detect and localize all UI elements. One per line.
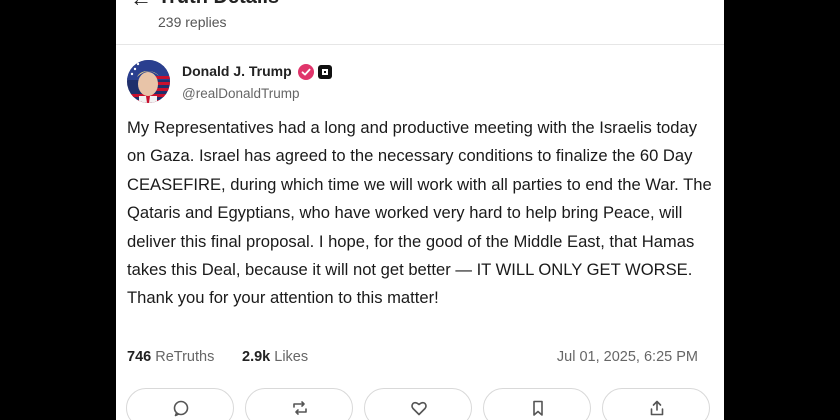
bookmark-button[interactable] xyxy=(483,388,591,420)
retruth-button[interactable] xyxy=(245,388,353,420)
reply-icon xyxy=(173,400,189,417)
share-icon xyxy=(650,400,664,416)
share-button[interactable] xyxy=(602,388,710,420)
likes-count: 2.9k xyxy=(242,349,271,365)
retruths-count: 746 xyxy=(127,349,152,365)
retruths-label: ReTruths xyxy=(155,349,215,365)
retruth-icon xyxy=(293,401,307,415)
reply-button[interactable] xyxy=(126,388,234,420)
bookmark-icon xyxy=(533,400,543,416)
page-title: Truth Details xyxy=(158,0,279,9)
more-options-icon[interactable]: ••• xyxy=(670,0,694,7)
author-name[interactable]: Donald J. Trump xyxy=(182,63,292,79)
post-timestamp: Jul 01, 2025, 6:25 PM xyxy=(556,349,698,365)
likes-stat[interactable]: 2.9k Likes xyxy=(242,349,308,365)
account-badge-icon xyxy=(318,65,332,79)
like-button[interactable] xyxy=(364,388,472,420)
likes-label: Likes xyxy=(274,349,309,365)
heart-icon xyxy=(411,401,427,416)
author-handle[interactable]: @realDonaldTrump xyxy=(182,86,300,101)
avatar[interactable] xyxy=(127,60,170,103)
top-bar: ← Truth Details ••• 239 replies xyxy=(116,0,724,40)
post-body-text: My Representatives had a long and produc… xyxy=(127,118,712,308)
verified-badge-icon xyxy=(298,64,314,80)
reply-count: 239 replies xyxy=(158,14,227,30)
action-bar xyxy=(116,388,724,420)
retruths-stat[interactable]: 746 ReTruths xyxy=(127,349,214,365)
post-detail-screen: ← Truth Details ••• 239 replies Donald J… xyxy=(116,0,724,420)
post-stats: 746 ReTruths 2.9k Likes Jul 01, 2025, 6:… xyxy=(127,349,713,371)
divider xyxy=(116,44,724,45)
back-arrow-icon[interactable]: ← xyxy=(130,0,152,10)
